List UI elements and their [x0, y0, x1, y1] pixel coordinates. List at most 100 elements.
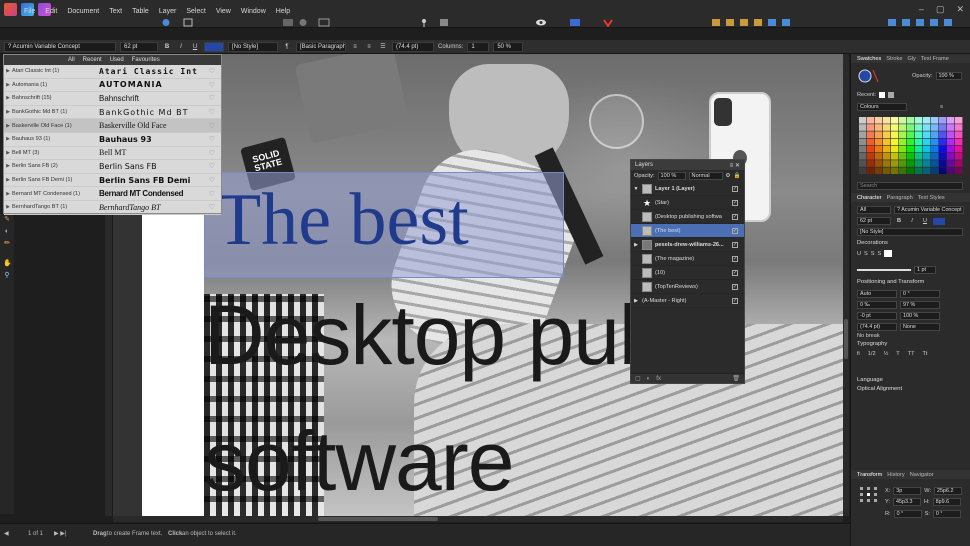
- table-icon[interactable]: [318, 18, 332, 27]
- font-list-item[interactable]: ▶ BernhardTango BT (1) BernhardTango BT ♡: [4, 201, 221, 215]
- font-list-item[interactable]: ▶ Bell MT (3) Bell MT ♡: [4, 147, 221, 161]
- optical-alignment-heading[interactable]: Optical Alignment: [857, 386, 902, 392]
- color-swatch[interactable]: [883, 138, 891, 146]
- color-swatch[interactable]: [867, 131, 875, 138]
- color-swatch[interactable]: [891, 167, 899, 174]
- favourite-heart-icon[interactable]: ♡: [209, 122, 215, 130]
- expand-arrow-icon[interactable]: ▶: [4, 95, 12, 101]
- fill-tool-icon[interactable]: ◐: [3, 228, 11, 236]
- color-swatch[interactable]: [931, 131, 939, 138]
- char-underline-button[interactable]: U: [920, 218, 930, 224]
- visibility-checkbox[interactable]: ✓: [732, 185, 738, 192]
- color-swatch[interactable]: [859, 138, 867, 146]
- color-swatch[interactable]: [891, 145, 899, 153]
- swatch-search-input[interactable]: Search: [857, 182, 963, 190]
- pencil-tool-icon[interactable]: ✏: [3, 240, 11, 248]
- expand-arrow-icon[interactable]: ▶: [4, 191, 12, 197]
- color-swatch[interactable]: [875, 145, 883, 153]
- tab-used[interactable]: Used: [110, 57, 124, 63]
- color-swatch[interactable]: [875, 131, 883, 138]
- italic-button[interactable]: I: [176, 42, 186, 52]
- expand-arrow-icon[interactable]: ▶: [4, 68, 12, 74]
- font-list-item[interactable]: ▶ Automania (1) AUTOMANIA ♡: [4, 79, 221, 93]
- color-swatch[interactable]: [947, 145, 955, 153]
- horizontal-scroll-thumb[interactable]: [318, 517, 438, 521]
- nobreak-label[interactable]: No break: [857, 333, 880, 339]
- grid-icon[interactable]: [182, 18, 198, 27]
- visibility-checkbox[interactable]: ✓: [732, 283, 738, 290]
- color-swatch[interactable]: [931, 138, 939, 146]
- decorations-heading[interactable]: Decorations: [857, 240, 888, 246]
- layer-row[interactable]: (The magazine) ✓: [631, 252, 744, 266]
- color-swatch[interactable]: [875, 153, 883, 160]
- color-swatch[interactable]: [947, 131, 955, 138]
- body-text-line2[interactable]: software: [204, 418, 514, 504]
- frame-icon[interactable]: [282, 18, 296, 27]
- view-mode-icon[interactable]: [569, 18, 583, 27]
- expand-arrow-icon[interactable]: ▶: [4, 204, 12, 210]
- bold-button[interactable]: B: [162, 42, 172, 52]
- ellipse-frame-icon[interactable]: [297, 18, 311, 27]
- anchor-grid-icon[interactable]: [859, 486, 879, 504]
- paragraph-style-field[interactable]: [Basic Paragraph]: [296, 41, 346, 52]
- color-swatch[interactable]: [923, 153, 931, 160]
- color-swatch[interactable]: [947, 117, 955, 124]
- font-list-item[interactable]: ▶ Berlin Sans FB (2) Berlin Sans FB ♡: [4, 160, 221, 174]
- color-swatch[interactable]: [939, 131, 947, 138]
- visibility-checkbox[interactable]: ✓: [732, 227, 738, 234]
- visibility-checkbox[interactable]: ✓: [732, 297, 738, 304]
- favourite-heart-icon[interactable]: ♡: [209, 81, 215, 89]
- preview-mode-icon[interactable]: [535, 18, 549, 27]
- color-swatch[interactable]: [939, 124, 947, 131]
- visibility-checkbox[interactable]: ✓: [732, 213, 738, 220]
- color-swatch[interactable]: [955, 117, 963, 124]
- color-swatch[interactable]: [907, 124, 915, 131]
- layer-row[interactable]: (TopTenReviews) ✓: [631, 280, 744, 294]
- menu-item-layer[interactable]: Layer: [159, 8, 177, 15]
- color-swatch[interactable]: [891, 124, 899, 131]
- color-swatch[interactable]: [899, 131, 907, 138]
- allcaps-button[interactable]: TT: [908, 351, 915, 357]
- menu-item-document[interactable]: Document: [67, 8, 99, 15]
- align-center-icon[interactable]: ≡: [364, 42, 374, 52]
- studio-tools[interactable]: [888, 18, 968, 27]
- color-swatch[interactable]: [867, 124, 875, 131]
- visibility-checkbox[interactable]: ✓: [732, 199, 738, 206]
- menu-item-text[interactable]: Text: [109, 8, 122, 15]
- underline-button[interactable]: U: [190, 42, 200, 52]
- none-field[interactable]: None: [900, 323, 940, 331]
- color-swatch[interactable]: [923, 131, 931, 138]
- angle-field[interactable]: 0 °: [900, 290, 940, 298]
- publisher-persona-icon[interactable]: [4, 3, 17, 16]
- gutter-field[interactable]: 50 %: [493, 41, 524, 52]
- pin-icon[interactable]: [418, 18, 432, 27]
- favourite-heart-icon[interactable]: ♡: [209, 162, 215, 170]
- mask-icon[interactable]: ◐: [647, 376, 651, 382]
- color-swatch[interactable]: [923, 167, 931, 174]
- headline-text-frame[interactable]: The best: [216, 170, 469, 270]
- color-swatch[interactable]: [859, 117, 867, 124]
- color-swatch[interactable]: [899, 167, 907, 174]
- color-swatch[interactable]: [923, 160, 931, 167]
- tab-favourites[interactable]: Favourites: [132, 57, 160, 63]
- color-swatch[interactable]: [907, 131, 915, 138]
- ligature-button[interactable]: fi: [857, 351, 860, 357]
- menu-item-select[interactable]: Select: [186, 8, 205, 15]
- kerning-field[interactable]: Auto: [857, 290, 897, 298]
- font-list-item[interactable]: ▶ Bahnschrift (15) Bahnschrift ♡: [4, 92, 221, 106]
- color-swatch[interactable]: [875, 124, 883, 131]
- color-swatch[interactable]: [859, 160, 867, 167]
- list-icon[interactable]: ☰: [378, 42, 388, 52]
- color-swatch[interactable]: [875, 117, 883, 124]
- horizontal-scrollbar[interactable]: [113, 516, 843, 522]
- char-leading-field[interactable]: (74.4 pt): [857, 323, 897, 331]
- color-swatch[interactable]: [947, 138, 955, 146]
- panel-menu-icon[interactable]: ≡ ✕: [730, 162, 740, 169]
- smallcaps-button[interactable]: Tt: [923, 351, 928, 357]
- tab-navigator[interactable]: Navigator: [910, 472, 934, 478]
- color-swatch[interactable]: [955, 160, 963, 167]
- swatch-grid[interactable]: [859, 117, 963, 175]
- w-field[interactable]: 25p6.2: [934, 487, 963, 495]
- expand-arrow-icon[interactable]: ▶: [4, 136, 12, 142]
- tab-recent[interactable]: Recent: [83, 57, 102, 63]
